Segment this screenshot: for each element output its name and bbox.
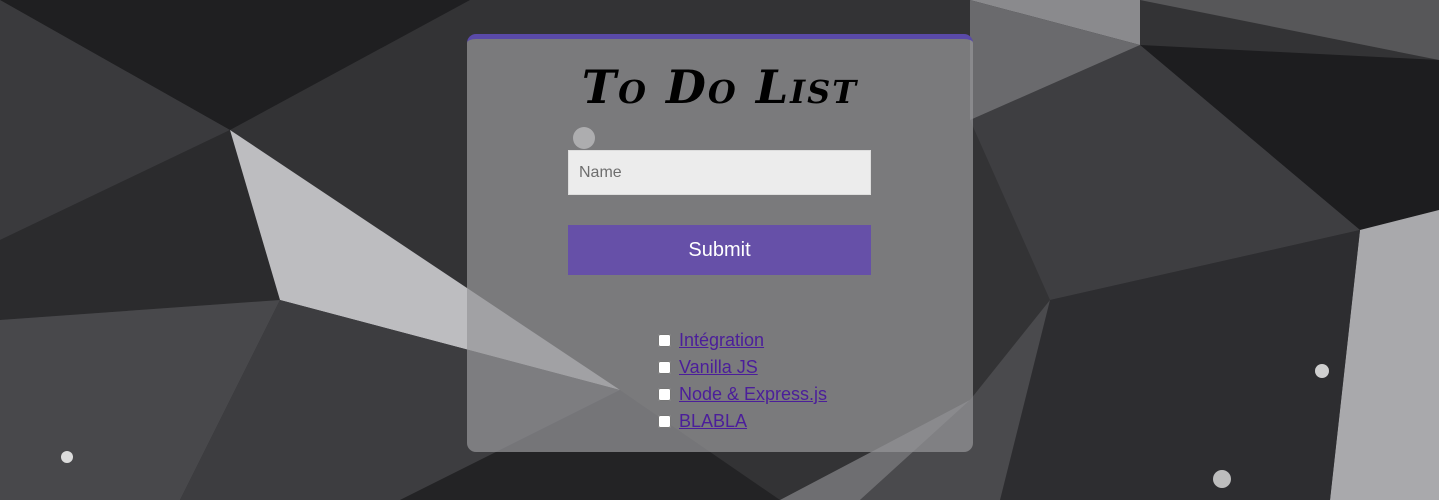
- list-item: Intégration: [656, 327, 827, 354]
- list-item: Vanilla JS: [656, 354, 827, 381]
- list-item: BLABLA: [656, 408, 827, 435]
- page-title: To Do List: [581, 60, 859, 114]
- todo-link[interactable]: Vanilla JS: [679, 357, 758, 378]
- todo-checkbox[interactable]: [658, 334, 671, 347]
- list-item: Node & Express.js: [656, 381, 827, 408]
- name-input[interactable]: [568, 150, 871, 195]
- todo-card: To Do List Submit Intégration Vanilla JS…: [467, 34, 973, 452]
- todo-checkbox[interactable]: [658, 361, 671, 374]
- submit-button[interactable]: Submit: [568, 225, 871, 275]
- todo-checkbox[interactable]: [658, 388, 671, 401]
- todo-link[interactable]: Node & Express.js: [679, 384, 827, 405]
- todo-link[interactable]: Intégration: [679, 330, 764, 351]
- todo-list: Intégration Vanilla JS Node & Express.js…: [656, 327, 827, 435]
- todo-link[interactable]: BLABLA: [679, 411, 747, 432]
- todo-checkbox[interactable]: [658, 415, 671, 428]
